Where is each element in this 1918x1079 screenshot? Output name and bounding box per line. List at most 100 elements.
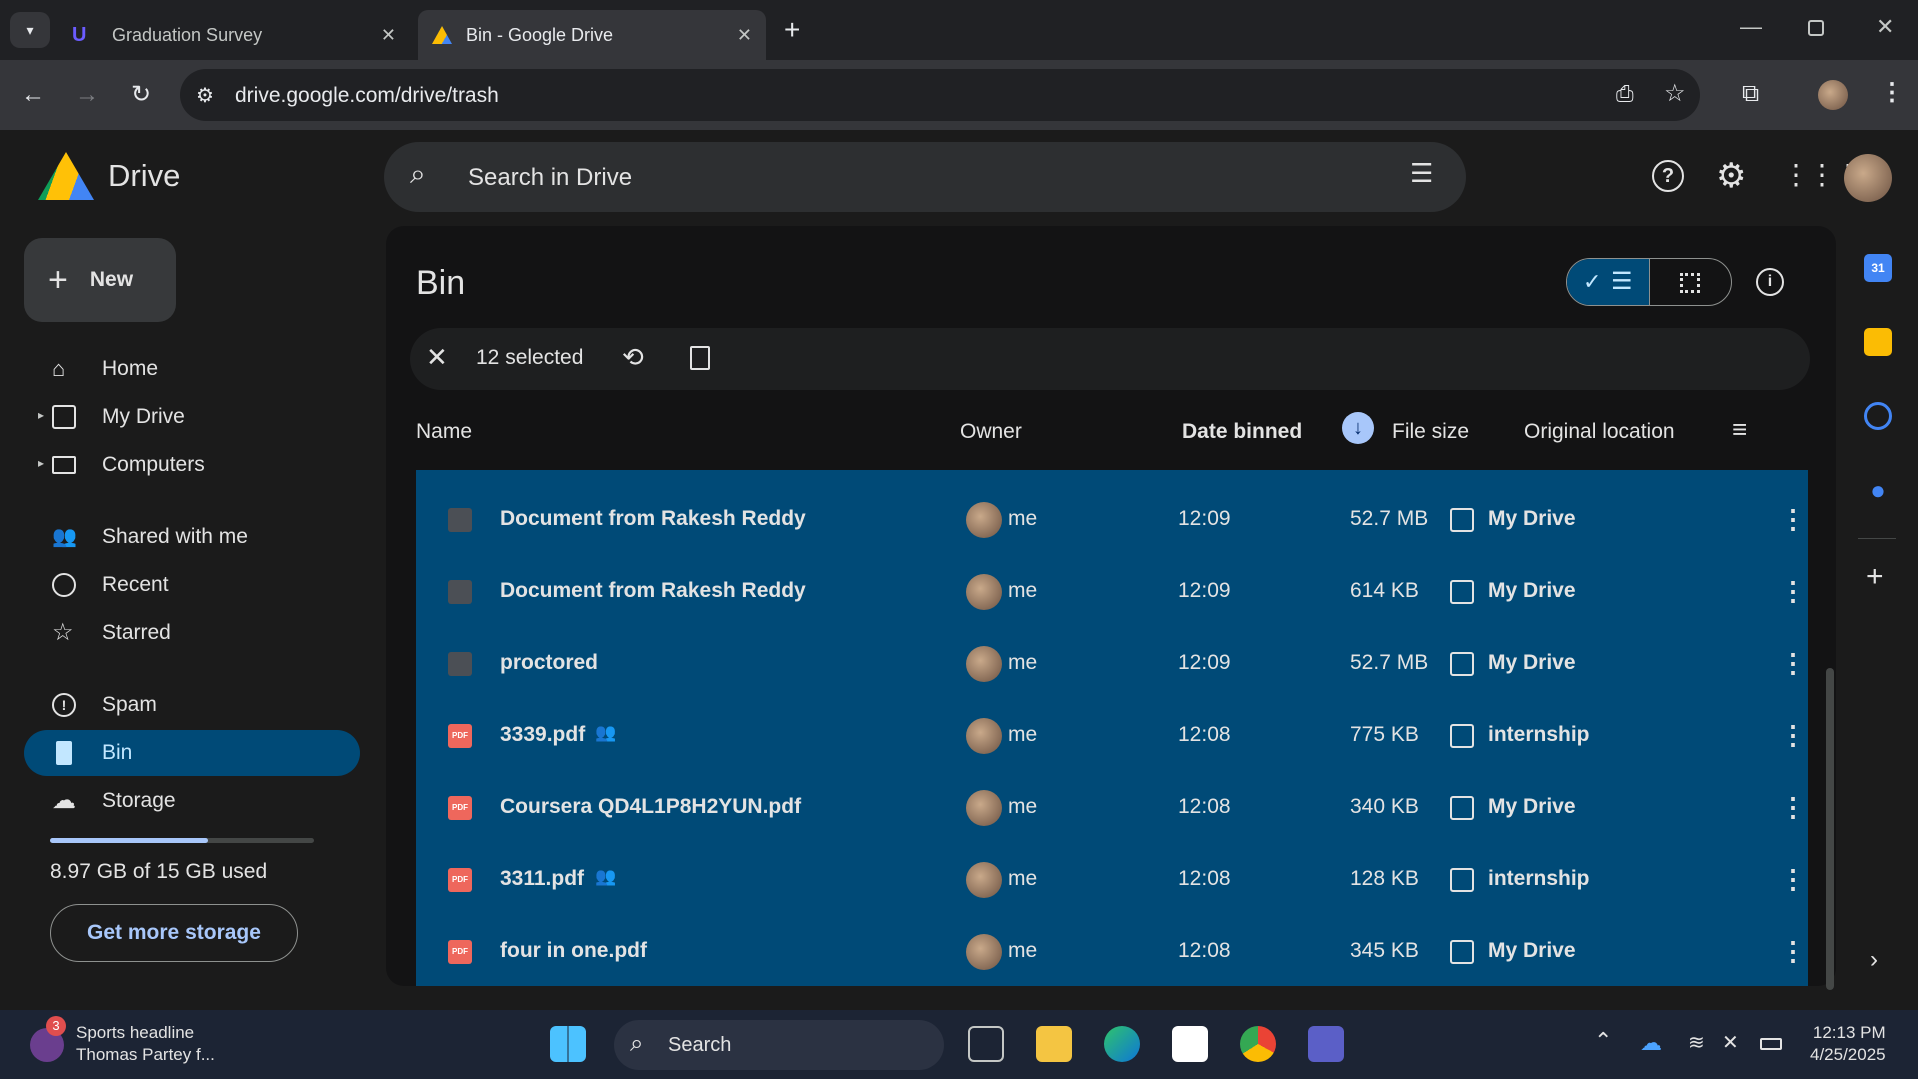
close-tab-icon[interactable]: ✕ — [737, 25, 752, 46]
calendar-icon[interactable]: 31 — [1864, 254, 1892, 282]
sidebar-item-recent[interactable]: Recent — [24, 562, 360, 608]
more-actions-icon[interactable]: ⋮ — [1780, 504, 1806, 535]
tab-google-drive[interactable]: Bin - Google Drive ✕ — [418, 10, 766, 60]
sidebar-item-shared-with-me[interactable]: 👥 Shared with me — [24, 514, 360, 560]
site-info-icon[interactable]: ⚙ — [196, 83, 214, 108]
more-actions-icon[interactable]: ⋮ — [1780, 936, 1806, 967]
restore-icon[interactable]: ⟲ — [622, 342, 644, 373]
file-original-location[interactable]: My Drive — [1488, 795, 1576, 819]
sidebar-item-my-drive[interactable]: ▸ My Drive — [24, 394, 360, 440]
sidebar-item-computers[interactable]: ▸ Computers — [24, 442, 360, 488]
help-icon[interactable]: ? — [1652, 160, 1684, 192]
delete-forever-icon[interactable] — [690, 346, 710, 370]
grid-view-button[interactable] — [1649, 259, 1731, 305]
search-icon[interactable]: ⌕ — [410, 158, 426, 191]
task-view-icon[interactable] — [968, 1026, 1004, 1062]
table-row[interactable]: Document from Rakesh Reddy me 12:09 614 KB M… — [416, 556, 1808, 628]
microsoft-store-icon[interactable] — [1172, 1026, 1208, 1062]
battery-icon[interactable] — [1760, 1038, 1782, 1050]
account-avatar[interactable] — [1844, 154, 1892, 202]
news-widget[interactable]: Sports headline Thomas Partey f... — [76, 1022, 215, 1066]
profile-avatar[interactable] — [1818, 80, 1848, 110]
table-row[interactable]: PDF four in one.pdf me 12:08 345 KB My Drive ⋮ — [416, 916, 1808, 986]
sidebar-item-starred[interactable]: ☆ Starred — [24, 610, 360, 656]
extensions-icon[interactable]: ⧉ — [1742, 80, 1759, 108]
system-clock[interactable]: 12:13 PM 4/25/2025 — [1810, 1022, 1886, 1066]
edge-icon[interactable] — [1104, 1026, 1140, 1062]
file-explorer-icon[interactable] — [1036, 1026, 1072, 1062]
clear-selection-icon[interactable]: ✕ — [426, 342, 448, 373]
windows-start-icon[interactable] — [550, 1026, 586, 1062]
more-actions-icon[interactable]: ⋮ — [1780, 720, 1806, 751]
column-name[interactable]: Name — [416, 420, 472, 444]
bookmark-star-icon[interactable]: ☆ — [1664, 79, 1686, 108]
add-addon-icon[interactable]: + — [1866, 560, 1884, 594]
sort-options-icon[interactable]: ≡ — [1732, 414, 1747, 445]
file-original-location[interactable]: internship — [1488, 867, 1590, 891]
more-actions-icon[interactable]: ⋮ — [1780, 576, 1806, 607]
new-button[interactable]: + New — [24, 238, 176, 322]
more-actions-icon[interactable]: ⋮ — [1780, 864, 1806, 895]
keep-icon[interactable] — [1864, 328, 1892, 356]
hide-panel-chevron-icon[interactable]: › — [1870, 946, 1878, 974]
search-filter-icon[interactable]: ☰ — [1410, 158, 1433, 189]
file-original-location[interactable]: My Drive — [1488, 579, 1576, 603]
expand-caret-icon[interactable]: ▸ — [38, 408, 44, 422]
column-file-size[interactable]: File size — [1392, 420, 1469, 444]
expand-caret-icon[interactable]: ▸ — [38, 456, 44, 470]
file-list-scrollbar[interactable] — [1826, 668, 1834, 990]
forward-button[interactable]: → — [74, 82, 100, 108]
volume-muted-icon[interactable]: ✕ — [1722, 1030, 1739, 1055]
back-button[interactable]: ← — [20, 82, 46, 108]
chrome-icon[interactable] — [1240, 1026, 1276, 1062]
sidebar-item-spam[interactable]: ! Spam — [24, 682, 360, 728]
document-file-icon — [448, 652, 472, 676]
reload-button[interactable]: ↻ — [128, 82, 154, 108]
sidebar-item-label: Spam — [102, 693, 157, 716]
show-hidden-icons-chevron-icon[interactable]: ⌃ — [1594, 1028, 1612, 1054]
new-tab-button[interactable]: + — [784, 14, 800, 46]
search-input[interactable]: Search in Drive — [468, 164, 632, 192]
onedrive-icon[interactable]: ☁ — [1640, 1030, 1662, 1056]
drive-logo[interactable]: Drive — [38, 152, 180, 200]
column-date-binned[interactable]: Date binned — [1182, 420, 1302, 444]
teams-icon[interactable] — [1308, 1026, 1344, 1062]
table-row[interactable]: Document from Rakesh Reddy me 12:09 52.7 MB… — [416, 484, 1808, 556]
tasks-icon[interactable] — [1864, 402, 1892, 430]
more-actions-icon[interactable]: ⋮ — [1780, 792, 1806, 823]
storage-usage-bar — [50, 838, 314, 843]
install-app-icon[interactable]: ⎙ — [1616, 81, 1634, 107]
sidebar-item-storage[interactable]: ☁ Storage — [24, 778, 360, 824]
table-row[interactable]: PDF 3311.pdf 👥 me 12:08 128 KB internship ⋮ — [416, 844, 1808, 916]
wifi-icon[interactable]: ≋ — [1688, 1030, 1705, 1055]
restore-button[interactable] — [1808, 20, 1824, 36]
close-tab-icon[interactable]: ✕ — [381, 25, 396, 46]
sort-descending-icon[interactable]: ↓ — [1342, 412, 1374, 444]
minimize-button[interactable]: — — [1740, 14, 1762, 40]
file-original-location[interactable]: My Drive — [1488, 651, 1576, 675]
browser-menu-icon[interactable]: ⋮ — [1880, 78, 1904, 107]
settings-gear-icon[interactable]: ⚙ — [1716, 156, 1746, 196]
column-owner[interactable]: Owner — [960, 420, 1022, 444]
address-bar[interactable]: ⚙ drive.google.com/drive/trash ⎙ ☆ — [180, 69, 1700, 121]
file-original-location[interactable]: internship — [1488, 723, 1590, 747]
more-actions-icon[interactable]: ⋮ — [1780, 648, 1806, 679]
file-original-location[interactable]: My Drive — [1488, 939, 1576, 963]
sidebar-item-label: Computers — [102, 453, 205, 476]
table-row[interactable]: proctored me 12:09 52.7 MB My Drive ⋮ — [416, 628, 1808, 700]
list-view-button[interactable]: ✓ ☰ — [1567, 259, 1649, 305]
file-original-location[interactable]: My Drive — [1488, 507, 1576, 531]
search-box[interactable]: ⌕ Search in Drive ☰ — [384, 142, 1466, 212]
taskbar-search[interactable]: ⌕ Search — [614, 1020, 944, 1070]
contacts-icon[interactable]: ● — [1864, 476, 1892, 504]
column-original-location[interactable]: Original location — [1524, 420, 1675, 444]
close-window-button[interactable]: ✕ — [1876, 14, 1894, 40]
tab-list-button[interactable]: ▾ — [10, 12, 50, 48]
sidebar-item-bin[interactable]: Bin — [24, 730, 360, 776]
tab-graduation-survey[interactable]: U Graduation Survey ✕ — [58, 10, 410, 60]
details-info-icon[interactable]: i — [1756, 268, 1784, 296]
sidebar-item-home[interactable]: ⌂ Home — [24, 346, 360, 392]
get-more-storage-button[interactable]: Get more storage — [50, 904, 298, 962]
table-row[interactable]: PDF Coursera QD4L1P8H2YUN.pdf me 12:08 340 K… — [416, 772, 1808, 844]
table-row[interactable]: PDF 3339.pdf 👥 me 12:08 775 KB internship ⋮ — [416, 700, 1808, 772]
